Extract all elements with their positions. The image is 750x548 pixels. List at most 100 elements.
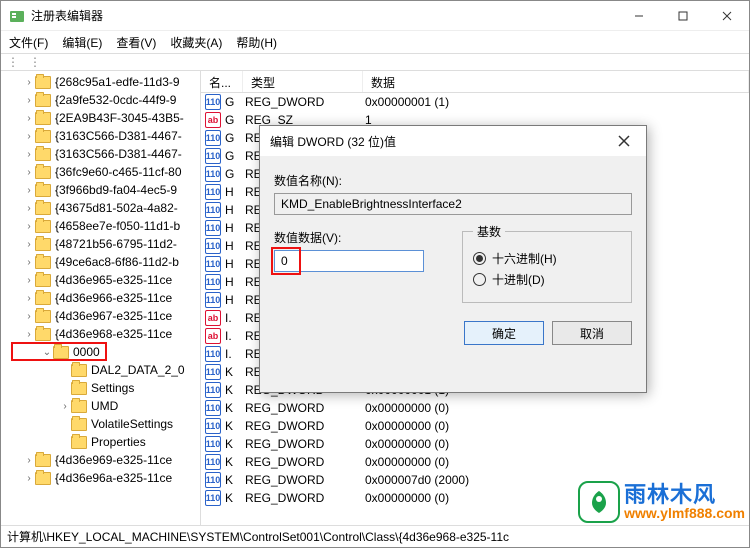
folder-icon (35, 454, 51, 467)
tree-item[interactable]: ›{2a9fe532-0cdc-44f9-9 (1, 91, 200, 109)
tree-item[interactable]: ›{4d36e965-e325-11ce (1, 271, 200, 289)
tree-item[interactable]: ›{3163C566-D381-4467- (1, 145, 200, 163)
string-icon: ab (205, 328, 221, 344)
tree-item[interactable]: VolatileSettings (1, 415, 200, 433)
tree-label: {4658ee7e-f050-11d1-b (55, 219, 180, 233)
dword-icon: 110 (205, 364, 221, 380)
menu-fav[interactable]: 收藏夹(A) (170, 34, 222, 51)
tree-item[interactable]: ›{4d36e967-e325-11ce (1, 307, 200, 325)
cell-name: H (225, 275, 245, 289)
tree-label: {4d36e965-e325-11ce (55, 273, 172, 287)
string-icon: ab (205, 310, 221, 326)
cell-name: K (225, 491, 245, 505)
list-row[interactable]: 110KREG_DWORD0x00000000 (0) (201, 435, 749, 453)
radio-dec[interactable]: 十进制(D) (473, 271, 621, 288)
cell-name: H (225, 203, 245, 217)
folder-icon (35, 310, 51, 323)
radio-dec-dot (473, 273, 486, 286)
dword-icon: 110 (205, 436, 221, 452)
dword-icon: 110 (205, 346, 221, 362)
tree-item[interactable]: Properties (1, 433, 200, 451)
tree-label: 0000 (73, 345, 100, 359)
cell-type: REG_DWORD (245, 491, 365, 505)
minimize-button[interactable] (617, 1, 661, 31)
tree-item[interactable]: ›{43675d81-502a-4a82- (1, 199, 200, 217)
tree-item[interactable]: ›{4d36e969-e325-11ce (1, 451, 200, 469)
dword-icon: 110 (205, 148, 221, 164)
cell-type: REG_DWORD (245, 455, 365, 469)
dialog-close-button[interactable] (612, 129, 636, 153)
col-name[interactable]: 名... (201, 71, 243, 92)
menu-file[interactable]: 文件(F) (9, 34, 48, 51)
close-button[interactable] (705, 1, 749, 31)
tree-item[interactable]: ›{36fc9e60-c465-11cf-80 (1, 163, 200, 181)
cell-type: REG_DWORD (245, 95, 365, 109)
cell-data: 0x00000000 (0) (365, 437, 749, 451)
tree-item[interactable]: DAL2_DATA_2_0 (1, 361, 200, 379)
tree-item[interactable]: ›{4d36e966-e325-11ce (1, 289, 200, 307)
cell-name: K (225, 473, 245, 487)
tree-item[interactable]: Settings (1, 379, 200, 397)
list-row[interactable]: 110KREG_DWORD0x00000000 (0) (201, 399, 749, 417)
maximize-button[interactable] (661, 1, 705, 31)
list-row[interactable]: 110 KREG_DWORD0x00000000 (0) (201, 453, 749, 471)
cell-type: REG_DWORD (245, 401, 365, 415)
ok-button[interactable]: 确定 (464, 321, 544, 345)
tree-item[interactable]: ›{3f966bd9-fa04-4ec5-9 (1, 181, 200, 199)
tree-item[interactable]: ›{48721b56-6795-11d2- (1, 235, 200, 253)
dword-icon: 110 (205, 184, 221, 200)
folder-icon (71, 400, 87, 413)
col-type[interactable]: 类型 (243, 71, 363, 92)
tree-item[interactable]: ›{3163C566-D381-4467- (1, 127, 200, 145)
tree-label: {43675d81-502a-4a82- (55, 201, 178, 215)
tree-label: {2EA9B43F-3045-43B5- (55, 111, 184, 125)
folder-icon (35, 112, 51, 125)
tree-item[interactable]: ›UMD (1, 397, 200, 415)
tree-pane[interactable]: ›{268c95a1-edfe-11d3-9›{2a9fe532-0cdc-44… (1, 71, 201, 525)
statusbar: 计算机\HKEY_LOCAL_MACHINE\SYSTEM\ControlSet… (1, 525, 749, 547)
folder-icon (71, 364, 87, 377)
menu-view[interactable]: 查看(V) (116, 34, 156, 51)
tree-item[interactable]: ⌄0000 (1, 343, 200, 361)
cancel-button[interactable]: 取消 (552, 321, 632, 345)
dword-icon: 110 (205, 202, 221, 218)
tree-label: {4d36e969-e325-11ce (55, 453, 172, 467)
dword-icon: 110 (205, 454, 221, 470)
folder-icon (35, 184, 51, 197)
dword-icon: 110 (205, 274, 221, 290)
cell-name: I. (225, 311, 245, 325)
cell-name: H (225, 221, 245, 235)
folder-icon (35, 220, 51, 233)
tree-label: {4d36e967-e325-11ce (55, 309, 172, 323)
cell-name: H (225, 239, 245, 253)
tree-label: Settings (91, 381, 134, 395)
tree-item[interactable]: ›{4d36e96a-e325-11ce (1, 469, 200, 487)
cell-name: K (225, 455, 245, 469)
cell-data: 0x00000000 (0) (365, 455, 749, 469)
data-field[interactable] (274, 250, 424, 272)
dword-icon: 110 (205, 130, 221, 146)
col-data[interactable]: 数据 (363, 71, 749, 92)
radio-hex-label: 十六进制(H) (492, 250, 557, 267)
list-row[interactable]: 110KREG_DWORD0x00000000 (0) (201, 417, 749, 435)
folder-icon (71, 436, 87, 449)
tree-item[interactable]: ›{49ce6ac8-6f86-11d2-b (1, 253, 200, 271)
tree-label: {268c95a1-edfe-11d3-9 (55, 75, 180, 89)
cell-name: H (225, 185, 245, 199)
tree-label: {48721b56-6795-11d2- (55, 237, 177, 251)
list-row[interactable]: 110GREG_DWORD0x00000001 (1) (201, 93, 749, 111)
app-icon (9, 8, 25, 24)
menu-help[interactable]: 帮助(H) (236, 34, 277, 51)
name-field[interactable] (274, 193, 632, 215)
tree-item[interactable]: ›{2EA9B43F-3045-43B5- (1, 109, 200, 127)
tree-label: {2a9fe532-0cdc-44f9-9 (55, 93, 176, 107)
menu-edit[interactable]: 编辑(E) (62, 34, 102, 51)
cell-type: REG_DWORD (245, 473, 365, 487)
tree-item[interactable]: ›{268c95a1-edfe-11d3-9 (1, 73, 200, 91)
menubar: 文件(F) 编辑(E) 查看(V) 收藏夹(A) 帮助(H) (1, 31, 749, 53)
cell-data: 0x00000000 (0) (365, 401, 749, 415)
radio-hex[interactable]: 十六进制(H) (473, 250, 621, 267)
tree-item[interactable]: ›{4658ee7e-f050-11d1-b (1, 217, 200, 235)
tree-item[interactable]: ›{4d36e968-e325-11ce (1, 325, 200, 343)
cell-name: G (225, 95, 245, 109)
